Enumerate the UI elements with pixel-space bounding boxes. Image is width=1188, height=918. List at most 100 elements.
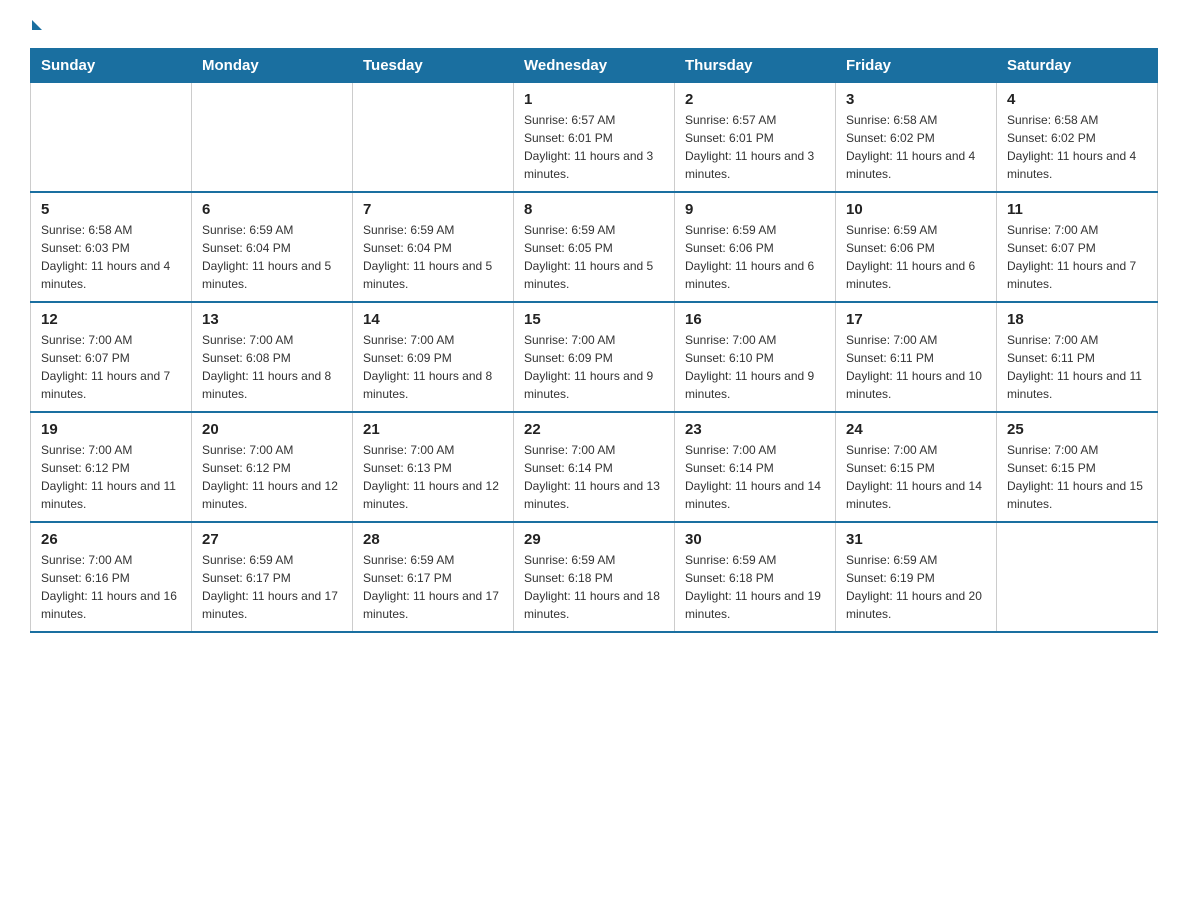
day-info: Sunrise: 7:00 AMSunset: 6:11 PMDaylight:… (1007, 331, 1147, 403)
calendar-cell: 30 Sunrise: 6:59 AMSunset: 6:18 PMDayligh… (675, 522, 836, 632)
day-number: 10 (846, 201, 986, 218)
day-info: Sunrise: 7:00 AMSunset: 6:10 PMDaylight:… (685, 331, 825, 403)
day-of-week-tuesday: Tuesday (353, 49, 514, 83)
calendar-week-3: 12Sunrise: 7:00 AMSunset: 6:07 PMDayligh… (31, 302, 1158, 412)
day-of-week-sunday: Sunday (31, 49, 192, 83)
calendar-cell: 5 Sunrise: 6:58 AMSunset: 6:03 PMDaylight… (31, 192, 192, 302)
calendar-body: 1 Sunrise: 6:57 AMSunset: 6:01 PMDaylight… (31, 83, 1158, 633)
calendar-table: SundayMondayTuesdayWednesdayThursdayFrid… (30, 48, 1158, 633)
calendar-cell: 21 Sunrise: 7:00 AMSunset: 6:13 PMDayligh… (353, 412, 514, 522)
day-info: Sunrise: 6:59 AMSunset: 6:06 PMDaylight:… (685, 221, 825, 293)
calendar-cell: 19 Sunrise: 7:00 AMSunset: 6:12 PMDayligh… (31, 412, 192, 522)
day-info: Sunrise: 6:58 AMSunset: 6:03 PMDaylight:… (41, 221, 181, 293)
calendar-cell: 2Sunrise: 6:57 AMSunset: 6:01 PMDaylight… (675, 83, 836, 193)
day-number: 3 (846, 91, 986, 108)
calendar-cell: 10Sunrise: 6:59 AMSunset: 6:06 PMDayligh… (836, 192, 997, 302)
calendar-cell: 20 Sunrise: 7:00 AMSunset: 6:12 PMDayligh… (192, 412, 353, 522)
calendar-cell (353, 83, 514, 193)
day-number: 6 (202, 201, 342, 218)
calendar-week-1: 1 Sunrise: 6:57 AMSunset: 6:01 PMDaylight… (31, 83, 1158, 193)
day-number: 17 (846, 311, 986, 328)
calendar-week-5: 26 Sunrise: 7:00 AMSunset: 6:16 PMDayligh… (31, 522, 1158, 632)
calendar-cell: 11 Sunrise: 7:00 AMSunset: 6:07 PMDayligh… (997, 192, 1158, 302)
day-number: 14 (363, 311, 503, 328)
calendar-cell: 12Sunrise: 7:00 AMSunset: 6:07 PMDayligh… (31, 302, 192, 412)
calendar-cell: 28 Sunrise: 6:59 AMSunset: 6:17 PMDayligh… (353, 522, 514, 632)
calendar-cell: 15Sunrise: 7:00 AMSunset: 6:09 PMDayligh… (514, 302, 675, 412)
calendar-cell: 1 Sunrise: 6:57 AMSunset: 6:01 PMDaylight… (514, 83, 675, 193)
day-info: Sunrise: 7:00 AMSunset: 6:14 PMDaylight:… (685, 441, 825, 513)
calendar-week-4: 19 Sunrise: 7:00 AMSunset: 6:12 PMDayligh… (31, 412, 1158, 522)
calendar-cell: 26 Sunrise: 7:00 AMSunset: 6:16 PMDayligh… (31, 522, 192, 632)
day-number: 11 (1007, 201, 1147, 218)
day-info: Sunrise: 6:59 AMSunset: 6:17 PMDaylight:… (363, 551, 503, 623)
day-info: Sunrise: 6:57 AMSunset: 6:01 PMDaylight:… (524, 111, 664, 183)
day-info: Sunrise: 7:00 AMSunset: 6:15 PMDaylight:… (846, 441, 986, 513)
calendar-cell: 8 Sunrise: 6:59 AMSunset: 6:05 PMDaylight… (514, 192, 675, 302)
day-info: Sunrise: 7:00 AMSunset: 6:07 PMDaylight:… (1007, 221, 1147, 293)
day-number: 9 (685, 201, 825, 218)
calendar-week-2: 5 Sunrise: 6:58 AMSunset: 6:03 PMDaylight… (31, 192, 1158, 302)
day-number: 28 (363, 531, 503, 548)
day-number: 20 (202, 421, 342, 438)
day-number: 29 (524, 531, 664, 548)
logo-arrow-icon (32, 20, 42, 30)
day-info: Sunrise: 6:58 AMSunset: 6:02 PMDaylight:… (1007, 111, 1147, 183)
day-of-week-monday: Monday (192, 49, 353, 83)
day-info: Sunrise: 7:00 AMSunset: 6:12 PMDaylight:… (41, 441, 181, 513)
calendar-cell (192, 83, 353, 193)
day-number: 4 (1007, 91, 1147, 108)
calendar-cell: 16 Sunrise: 7:00 AMSunset: 6:10 PMDayligh… (675, 302, 836, 412)
page-header (30, 20, 1158, 38)
day-number: 27 (202, 531, 342, 548)
day-info: Sunrise: 6:59 AMSunset: 6:19 PMDaylight:… (846, 551, 986, 623)
day-number: 26 (41, 531, 181, 548)
day-number: 7 (363, 201, 503, 218)
logo (30, 20, 42, 38)
days-of-week-row: SundayMondayTuesdayWednesdayThursdayFrid… (31, 49, 1158, 83)
day-number: 12 (41, 311, 181, 328)
day-of-week-wednesday: Wednesday (514, 49, 675, 83)
day-number: 18 (1007, 311, 1147, 328)
day-info: Sunrise: 7:00 AMSunset: 6:09 PMDaylight:… (524, 331, 664, 403)
day-number: 23 (685, 421, 825, 438)
day-number: 1 (524, 91, 664, 108)
day-number: 2 (685, 91, 825, 108)
day-info: Sunrise: 7:00 AMSunset: 6:14 PMDaylight:… (524, 441, 664, 513)
day-of-week-thursday: Thursday (675, 49, 836, 83)
day-number: 31 (846, 531, 986, 548)
calendar-cell: 6 Sunrise: 6:59 AMSunset: 6:04 PMDaylight… (192, 192, 353, 302)
calendar-cell: 3Sunrise: 6:58 AMSunset: 6:02 PMDaylight… (836, 83, 997, 193)
day-info: Sunrise: 6:59 AMSunset: 6:17 PMDaylight:… (202, 551, 342, 623)
calendar-cell: 17 Sunrise: 7:00 AMSunset: 6:11 PMDayligh… (836, 302, 997, 412)
day-info: Sunrise: 6:59 AMSunset: 6:18 PMDaylight:… (685, 551, 825, 623)
calendar-cell: 7Sunrise: 6:59 AMSunset: 6:04 PMDaylight… (353, 192, 514, 302)
day-info: Sunrise: 7:00 AMSunset: 6:08 PMDaylight:… (202, 331, 342, 403)
calendar-cell: 9 Sunrise: 6:59 AMSunset: 6:06 PMDaylight… (675, 192, 836, 302)
day-info: Sunrise: 7:00 AMSunset: 6:16 PMDaylight:… (41, 551, 181, 623)
calendar-header: SundayMondayTuesdayWednesdayThursdayFrid… (31, 49, 1158, 83)
calendar-cell: 25 Sunrise: 7:00 AMSunset: 6:15 PMDayligh… (997, 412, 1158, 522)
day-number: 21 (363, 421, 503, 438)
day-number: 19 (41, 421, 181, 438)
day-number: 8 (524, 201, 664, 218)
day-info: Sunrise: 7:00 AMSunset: 6:12 PMDaylight:… (202, 441, 342, 513)
day-number: 30 (685, 531, 825, 548)
calendar-cell: 18 Sunrise: 7:00 AMSunset: 6:11 PMDayligh… (997, 302, 1158, 412)
calendar-cell: 13 Sunrise: 7:00 AMSunset: 6:08 PMDayligh… (192, 302, 353, 412)
calendar-cell (31, 83, 192, 193)
day-number: 16 (685, 311, 825, 328)
day-info: Sunrise: 6:59 AMSunset: 6:05 PMDaylight:… (524, 221, 664, 293)
day-info: Sunrise: 7:00 AMSunset: 6:13 PMDaylight:… (363, 441, 503, 513)
day-number: 5 (41, 201, 181, 218)
calendar-cell: 14 Sunrise: 7:00 AMSunset: 6:09 PMDayligh… (353, 302, 514, 412)
day-number: 25 (1007, 421, 1147, 438)
day-info: Sunrise: 7:00 AMSunset: 6:11 PMDaylight:… (846, 331, 986, 403)
calendar-cell: 24 Sunrise: 7:00 AMSunset: 6:15 PMDayligh… (836, 412, 997, 522)
day-info: Sunrise: 7:00 AMSunset: 6:15 PMDaylight:… (1007, 441, 1147, 513)
day-info: Sunrise: 7:00 AMSunset: 6:09 PMDaylight:… (363, 331, 503, 403)
day-number: 13 (202, 311, 342, 328)
day-number: 24 (846, 421, 986, 438)
calendar-cell: 31 Sunrise: 6:59 AMSunset: 6:19 PMDayligh… (836, 522, 997, 632)
day-info: Sunrise: 6:59 AMSunset: 6:04 PMDaylight:… (202, 221, 342, 293)
